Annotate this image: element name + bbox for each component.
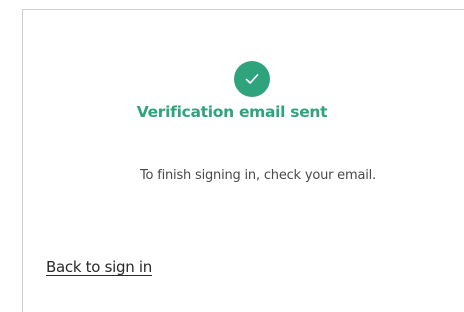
verification-title: Verification email sent <box>136 103 328 121</box>
check-icon <box>245 74 259 84</box>
back-to-sign-in-link[interactable]: Back to sign in <box>46 258 152 276</box>
success-check-icon <box>234 61 270 97</box>
verification-message: To finish signing in, check your email. <box>140 168 376 183</box>
